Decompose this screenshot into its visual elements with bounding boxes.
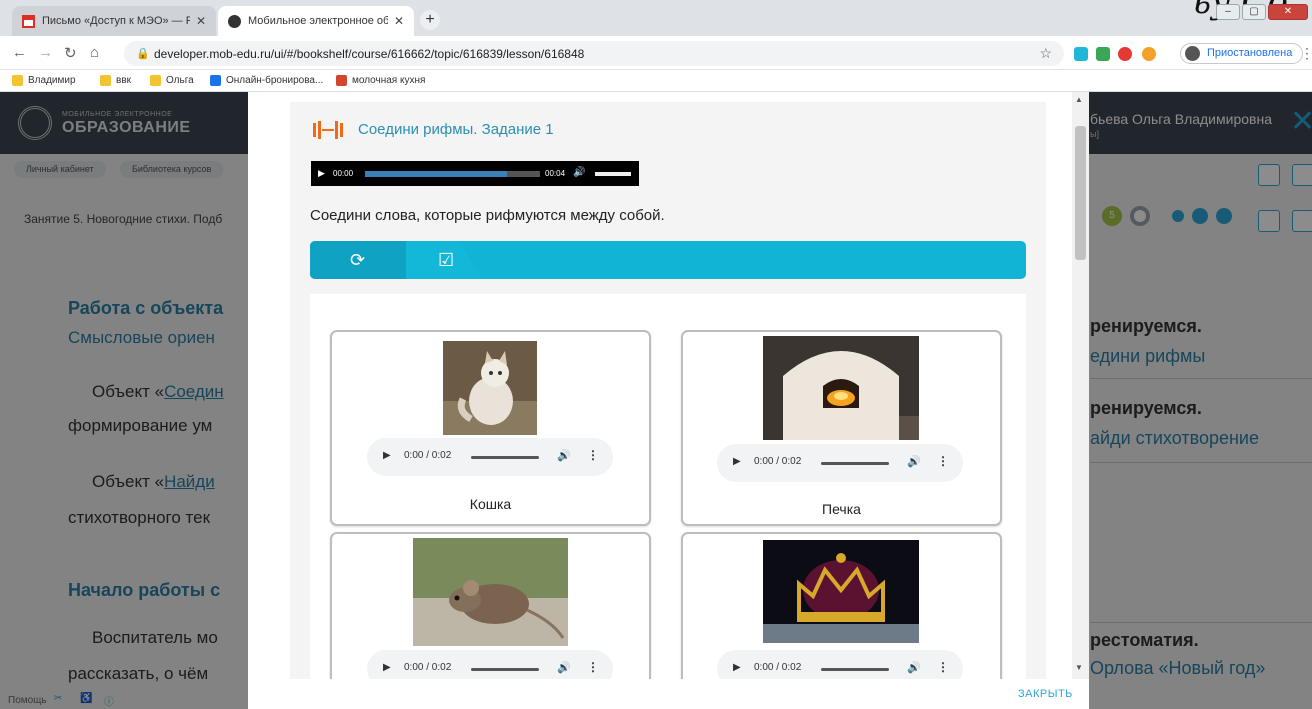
folder-icon (100, 75, 111, 86)
address-bar[interactable]: 🔒 developer.mob-edu.ru/ui/#/bookshelf/co… (124, 41, 1064, 66)
tab-title: Мобильное электронное обра (248, 15, 388, 27)
maximize-button[interactable]: ▢ (1242, 4, 1266, 20)
lock-icon: 🔒 (136, 48, 150, 60)
bookmark-label: ввк (116, 75, 131, 86)
close-icon[interactable]: ✕ (196, 14, 206, 28)
browser-menu-icon[interactable]: ⋮ (1300, 45, 1312, 62)
address-row: ← → ↻ ⌂ 🔒 developer.mob-edu.ru/ui/#/book… (0, 36, 1312, 70)
audio-time: 0:00 / 0:02 (404, 662, 452, 673)
yandex-icon[interactable] (1118, 47, 1132, 61)
volume-icon[interactable]: 🔊 (557, 661, 571, 674)
play-icon[interactable]: ▶ (318, 168, 325, 179)
task-type-icon (313, 121, 343, 139)
bookmark-item[interactable]: Владимир (12, 75, 76, 86)
bookmark-item[interactable]: Онлайн-бронирова... (210, 75, 323, 86)
task-audio-player[interactable]: ▶ 00:00 00:04 🔊 (311, 161, 639, 186)
more-options-icon[interactable]: ⋮ (937, 660, 949, 674)
volume-icon[interactable]: 🔊 (907, 661, 921, 674)
card-audio-player[interactable]: ▶ 0:00 / 0:02 🔊 ⋮ (367, 438, 613, 476)
audio-seek-fill (365, 171, 507, 177)
profile-status: Приостановлена (1207, 47, 1293, 59)
modal-footer (248, 679, 1089, 709)
bookmark-item[interactable]: Ольга (150, 75, 194, 86)
audio-time: 0:00 / 0:02 (754, 662, 802, 673)
more-options-icon[interactable]: ⋮ (937, 454, 949, 468)
card-word: Печка (822, 501, 861, 517)
more-options-icon[interactable]: ⋮ (587, 660, 599, 674)
audio-duration: 00:04 (545, 169, 566, 178)
bookmark-label: Владимир (28, 75, 76, 86)
task-instruction: Соедини слова, которые рифмуются между с… (310, 207, 665, 224)
site-favicon-icon (228, 14, 241, 28)
play-icon[interactable]: ▶ (383, 662, 391, 673)
refresh-icon[interactable]: ⟳ (350, 250, 365, 271)
url-text: developer.mob-edu.ru/ui/#/bookshelf/cour… (154, 47, 585, 61)
volume-icon[interactable]: 🔊 (573, 167, 585, 178)
bookmark-favicon-icon (336, 75, 347, 86)
avatar (1185, 46, 1200, 61)
bookmark-label: Ольга (166, 75, 194, 86)
folder-icon (12, 75, 23, 86)
back-icon[interactable]: ← (12, 44, 27, 61)
mouse-image (413, 538, 568, 646)
volume-slider[interactable] (595, 172, 631, 176)
tab-title: Письмо «Доступ к МЭО» — Род (42, 15, 190, 27)
p-icon (210, 75, 221, 86)
key-icon[interactable] (1142, 47, 1156, 61)
extension-icon[interactable] (1074, 47, 1088, 61)
card-audio-player[interactable]: ▶ 0:00 / 0:02 🔊 ⋮ (717, 444, 963, 482)
bookmark-item[interactable]: молочная кухня (336, 75, 425, 86)
volume-icon[interactable]: 🔊 (907, 455, 921, 468)
bookmark-label: Онлайн-бронирова... (226, 75, 324, 86)
task-toolbar: ⟳ ☑ (310, 241, 1026, 279)
close-icon[interactable]: ✕ (394, 14, 404, 28)
minimize-button[interactable]: – (1216, 4, 1240, 20)
card-word: Кошка (469, 496, 512, 512)
window-close-button[interactable]: ✕ (1268, 4, 1308, 20)
scroll-down-icon[interactable]: ▼ (1075, 663, 1083, 672)
audio-seek-track[interactable] (471, 456, 539, 459)
play-icon[interactable]: ▶ (383, 450, 391, 461)
audio-seek-track[interactable] (821, 462, 889, 465)
crown-image (763, 540, 919, 643)
more-options-icon[interactable]: ⋮ (587, 448, 599, 462)
folder-icon (150, 75, 161, 86)
new-tab-button[interactable]: + (420, 10, 440, 30)
window-controls: – ▢ ✕ (1216, 4, 1308, 20)
reload-icon[interactable]: ↻ (64, 44, 77, 62)
audio-time: 0:00 / 0:02 (404, 450, 452, 461)
profile-button[interactable]: Приостановлена (1180, 43, 1304, 64)
tab-mobile-edu[interactable]: Мобильное электронное обра ✕ (218, 6, 414, 36)
bookmark-label: молочная кухня (352, 75, 426, 86)
audio-current-time: 00:00 (333, 169, 354, 178)
close-button[interactable]: ЗАКРЫТЬ (1018, 688, 1073, 700)
scroll-thumb[interactable] (1075, 126, 1086, 260)
stove-image (763, 336, 919, 440)
play-icon[interactable]: ▶ (733, 662, 741, 673)
cat-image (443, 341, 537, 435)
volume-icon[interactable]: 🔊 (557, 449, 571, 462)
forward-icon[interactable]: → (38, 44, 53, 61)
bookmark-star-icon[interactable]: ☆ (1039, 45, 1052, 62)
audio-seek-track[interactable] (471, 668, 539, 671)
task-title: Соедини рифмы. Задание 1 (358, 121, 554, 138)
home-icon[interactable]: ⌂ (90, 44, 99, 61)
scroll-up-icon[interactable]: ▲ (1075, 95, 1083, 104)
gmail-icon (22, 14, 35, 28)
browser-tab-bar: Письмо «Доступ к МЭО» — Род ✕ Мобильное … (0, 0, 1312, 36)
check-icon[interactable]: ☑ (438, 250, 454, 271)
audio-seek-track[interactable] (821, 668, 889, 671)
bookmark-item[interactable]: ввк (100, 75, 131, 86)
audio-time: 0:00 / 0:02 (754, 456, 802, 467)
bookmarks-bar: Владимир ввк Ольга Онлайн-бронирова... м… (0, 70, 1312, 92)
play-icon[interactable]: ▶ (733, 456, 741, 467)
extension-icon[interactable] (1096, 47, 1110, 61)
tab-email[interactable]: Письмо «Доступ к МЭО» — Род ✕ (12, 6, 216, 36)
